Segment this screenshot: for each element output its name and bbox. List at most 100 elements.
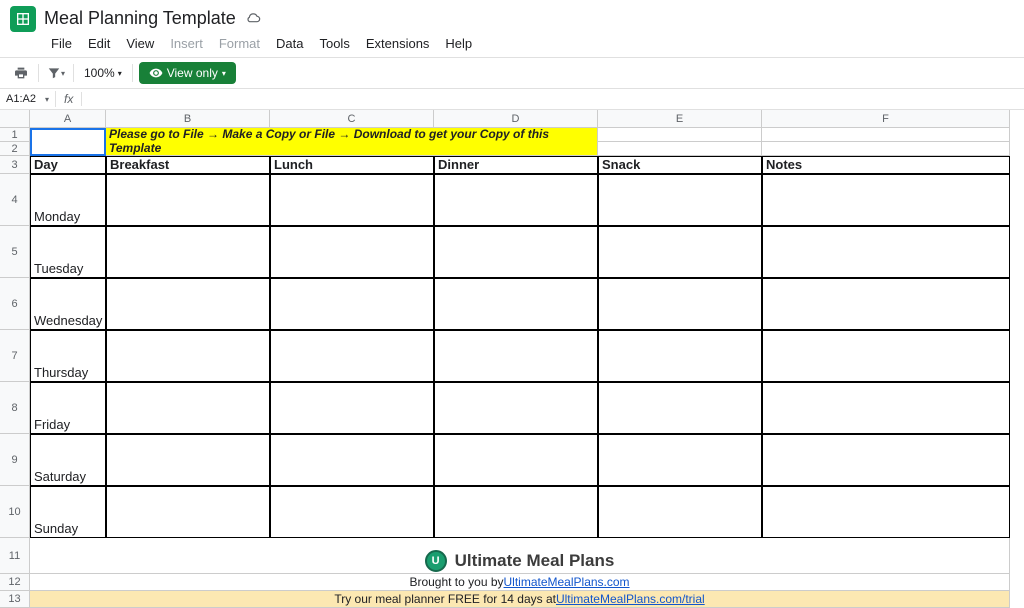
row-header-1[interactable]: 1 bbox=[0, 128, 30, 142]
header-breakfast[interactable]: Breakfast bbox=[106, 156, 270, 174]
cell[interactable] bbox=[598, 382, 762, 434]
header-lunch[interactable]: Lunch bbox=[270, 156, 434, 174]
col-header-e[interactable]: E bbox=[598, 110, 762, 128]
cell[interactable] bbox=[434, 486, 598, 538]
menu-file[interactable]: File bbox=[44, 34, 79, 53]
menu-insert[interactable]: Insert bbox=[163, 34, 210, 53]
cell[interactable] bbox=[270, 382, 434, 434]
formula-bar[interactable] bbox=[82, 97, 1024, 101]
instruction-banner[interactable]: Please go to File → Make a Copy or File … bbox=[106, 128, 598, 156]
trial-link[interactable]: UltimateMealPlans.com/trial bbox=[556, 592, 705, 606]
cell[interactable] bbox=[762, 330, 1010, 382]
menu-tools[interactable]: Tools bbox=[312, 34, 356, 53]
cell[interactable] bbox=[762, 434, 1010, 486]
day-thursday[interactable]: Thursday bbox=[30, 330, 106, 382]
cells-area[interactable]: Please go to File → Make a Copy or File … bbox=[30, 128, 1010, 608]
cell[interactable] bbox=[598, 174, 762, 226]
cell-f2[interactable] bbox=[762, 142, 1010, 156]
row-header-10[interactable]: 10 bbox=[0, 486, 30, 538]
col-header-a[interactable]: A bbox=[30, 110, 106, 128]
brought-by-row[interactable]: Brought to you by UltimateMealPlans.com bbox=[30, 574, 1010, 591]
menu-help[interactable]: Help bbox=[438, 34, 479, 53]
cell[interactable] bbox=[762, 382, 1010, 434]
cell[interactable] bbox=[270, 226, 434, 278]
header-day[interactable]: Day bbox=[30, 156, 106, 174]
cell[interactable] bbox=[434, 174, 598, 226]
row-header-12[interactable]: 12 bbox=[0, 574, 30, 591]
document-title[interactable]: Meal Planning Template bbox=[44, 8, 236, 29]
day-monday[interactable]: Monday bbox=[30, 174, 106, 226]
col-header-f[interactable]: F bbox=[762, 110, 1010, 128]
day-wednesday[interactable]: Wednesday bbox=[30, 278, 106, 330]
col-header-d[interactable]: D bbox=[434, 110, 598, 128]
day-tuesday[interactable]: Tuesday bbox=[30, 226, 106, 278]
name-box[interactable]: A1:A2▾ bbox=[0, 91, 56, 107]
row-header-8[interactable]: 8 bbox=[0, 382, 30, 434]
row-header-11[interactable]: 11 bbox=[0, 538, 30, 574]
col-header-b[interactable]: B bbox=[106, 110, 270, 128]
brand-row[interactable]: U Ultimate Meal Plans bbox=[30, 538, 1010, 574]
cell[interactable] bbox=[598, 278, 762, 330]
cell[interactable] bbox=[762, 174, 1010, 226]
col-header-c[interactable]: C bbox=[270, 110, 434, 128]
cell[interactable] bbox=[762, 226, 1010, 278]
menu-data[interactable]: Data bbox=[269, 34, 310, 53]
ump-brand-name: Ultimate Meal Plans bbox=[455, 551, 615, 571]
separator bbox=[73, 64, 74, 82]
cell[interactable] bbox=[106, 486, 270, 538]
cell[interactable] bbox=[598, 330, 762, 382]
select-all-corner[interactable] bbox=[0, 110, 30, 128]
menu-extensions[interactable]: Extensions bbox=[359, 34, 437, 53]
row-header-4[interactable]: 4 bbox=[0, 174, 30, 226]
cell[interactable] bbox=[270, 434, 434, 486]
cell[interactable] bbox=[270, 278, 434, 330]
print-icon[interactable] bbox=[10, 62, 32, 84]
cell[interactable] bbox=[762, 278, 1010, 330]
cell[interactable] bbox=[434, 330, 598, 382]
cell[interactable] bbox=[270, 330, 434, 382]
ump-link[interactable]: UltimateMealPlans.com bbox=[504, 575, 630, 589]
trial-row[interactable]: Try our meal planner FREE for 14 days at… bbox=[30, 591, 1010, 608]
header-dinner[interactable]: Dinner bbox=[434, 156, 598, 174]
cell[interactable] bbox=[598, 486, 762, 538]
cell[interactable] bbox=[270, 174, 434, 226]
cell-a1a2[interactable] bbox=[30, 128, 106, 156]
row-header-6[interactable]: 6 bbox=[0, 278, 30, 330]
cell-e2[interactable] bbox=[598, 142, 762, 156]
cell[interactable] bbox=[598, 434, 762, 486]
header-notes[interactable]: Notes bbox=[762, 156, 1010, 174]
header-snack[interactable]: Snack bbox=[598, 156, 762, 174]
menu-edit[interactable]: Edit bbox=[81, 34, 117, 53]
fx-label: fx bbox=[56, 92, 82, 106]
row-header-7[interactable]: 7 bbox=[0, 330, 30, 382]
menu-format[interactable]: Format bbox=[212, 34, 267, 53]
row-header-13[interactable]: 13 bbox=[0, 591, 30, 608]
cell[interactable] bbox=[106, 330, 270, 382]
cell[interactable] bbox=[270, 486, 434, 538]
row-header-2[interactable]: 2 bbox=[0, 142, 30, 156]
cell[interactable] bbox=[598, 226, 762, 278]
day-sunday[interactable]: Sunday bbox=[30, 486, 106, 538]
row-header-3[interactable]: 3 bbox=[0, 156, 30, 174]
sheets-logo bbox=[10, 6, 36, 32]
day-saturday[interactable]: Saturday bbox=[30, 434, 106, 486]
cell[interactable] bbox=[434, 278, 598, 330]
cell[interactable] bbox=[106, 174, 270, 226]
cell-e1[interactable] bbox=[598, 128, 762, 142]
cell[interactable] bbox=[106, 278, 270, 330]
cell[interactable] bbox=[434, 382, 598, 434]
cell-f1[interactable] bbox=[762, 128, 1010, 142]
view-only-button[interactable]: View only ▾ bbox=[139, 62, 236, 84]
day-friday[interactable]: Friday bbox=[30, 382, 106, 434]
row-header-9[interactable]: 9 bbox=[0, 434, 30, 486]
zoom-select[interactable]: 100%▾ bbox=[80, 64, 126, 82]
cell[interactable] bbox=[106, 226, 270, 278]
cell[interactable] bbox=[106, 434, 270, 486]
cell[interactable] bbox=[434, 226, 598, 278]
menu-view[interactable]: View bbox=[119, 34, 161, 53]
row-header-5[interactable]: 5 bbox=[0, 226, 30, 278]
filter-icon[interactable]: ▾ bbox=[45, 62, 67, 84]
cell[interactable] bbox=[106, 382, 270, 434]
cell[interactable] bbox=[434, 434, 598, 486]
cell[interactable] bbox=[762, 486, 1010, 538]
